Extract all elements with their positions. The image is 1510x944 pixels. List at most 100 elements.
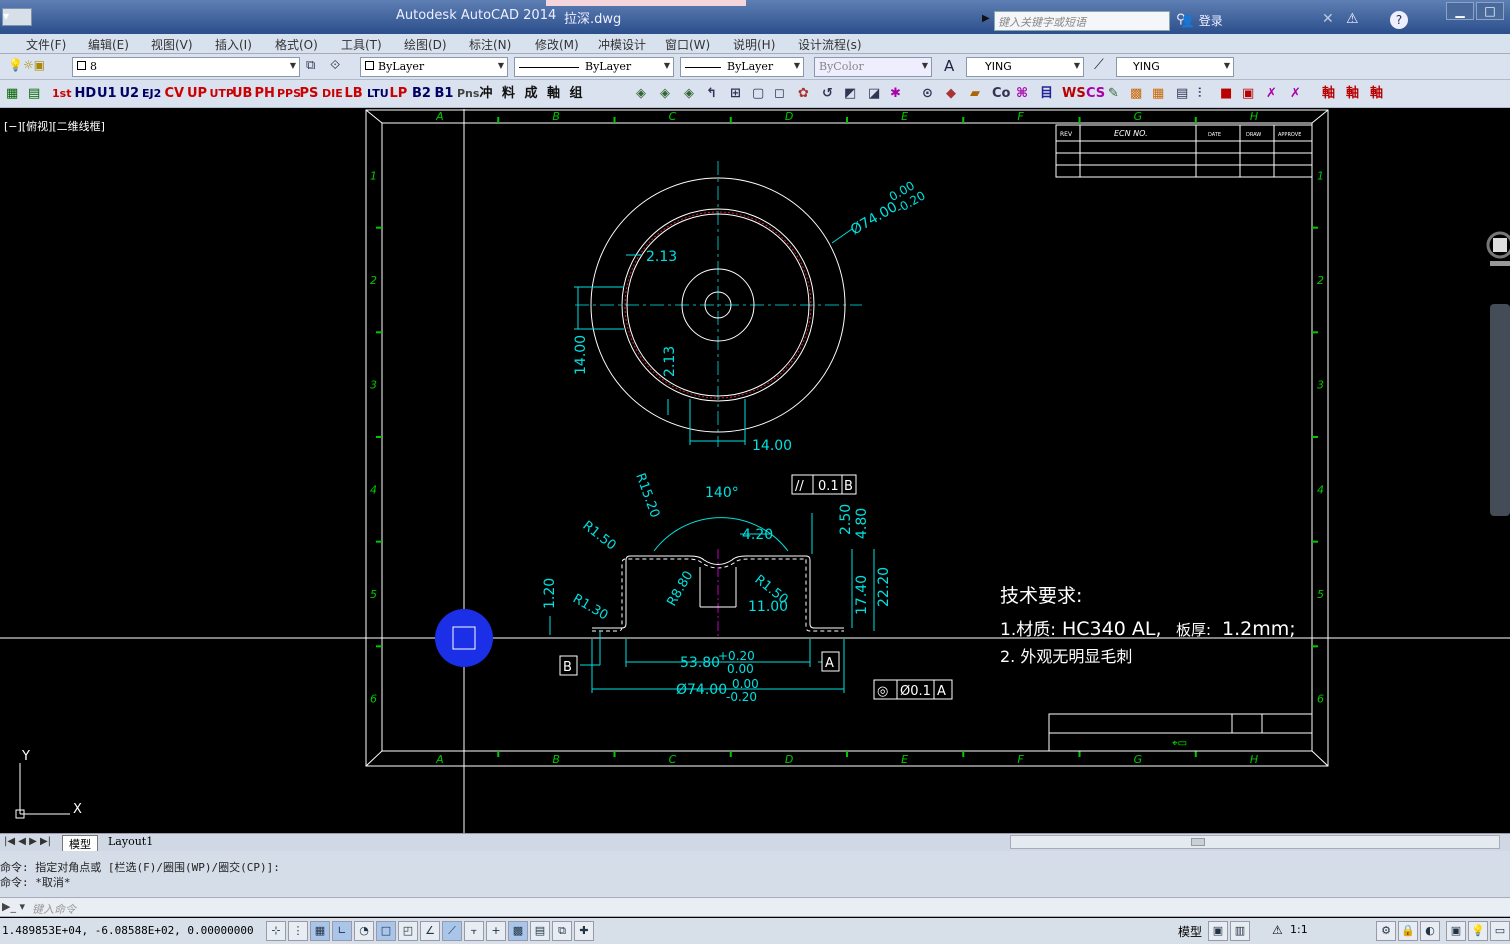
login-button[interactable]: 👤 登录 (1180, 12, 1223, 29)
snap-icon[interactable]: ⋮ (288, 921, 308, 941)
macro-button-20[interactable]: 冲 (480, 84, 493, 104)
model-space-button[interactable]: 模型 (1178, 923, 1202, 940)
macro-button-11[interactable]: PPS (277, 84, 301, 104)
drawing-canvas[interactable]: A A B B C C D D E E F F G G H H 1 1 2 2 3 3 4 4 5 5 6 6 REV ECN NO.… (0, 109, 1510, 833)
menu-die-design[interactable]: 冲模设计 (598, 36, 646, 53)
tool-icon-14[interactable]: ◆ (946, 84, 956, 104)
tool-icon-12[interactable]: ✱ (890, 84, 901, 104)
bulb-icon[interactable]: 💡 (1468, 921, 1488, 941)
macro-icon-1[interactable]: ▦ (6, 84, 18, 104)
tool-icon-11[interactable]: ◪ (868, 84, 880, 104)
macro-button-4[interactable]: U2 (120, 84, 140, 104)
ducs-icon[interactable]: ⟋ (442, 921, 462, 941)
menu-format[interactable]: 格式(O) (275, 36, 318, 53)
scrollbar-thumb[interactable] (1191, 838, 1205, 846)
clean-screen-icon[interactable]: ▭ (1490, 921, 1510, 941)
macro-button-16[interactable]: LP (390, 84, 408, 104)
grid-icon[interactable]: ▦ (310, 921, 330, 941)
tool-icon-17[interactable]: ⌘ (1016, 84, 1028, 104)
plotstyle-combo[interactable]: ByColor (814, 57, 932, 77)
macro-button-7[interactable]: UP (187, 84, 207, 104)
tool-icon-22[interactable]: ▩ (1130, 84, 1142, 104)
lwt-icon[interactable]: + (486, 921, 506, 941)
macro-button-13[interactable]: DIE (322, 84, 343, 104)
macro-button-8[interactable]: UTP (210, 84, 235, 104)
polar-icon[interactable]: ◔ (354, 921, 374, 941)
tool-icon-3[interactable]: ◈ (684, 84, 694, 104)
osnap-icon[interactable]: □ (376, 921, 396, 941)
command-line[interactable]: ▶_ ▾ 键入命令 (0, 897, 1510, 917)
tab-model[interactable]: 模型 (62, 835, 98, 852)
linetype-combo[interactable]: ByLayer (514, 57, 674, 77)
isolate-icon[interactable]: ▣ (1446, 921, 1466, 941)
tool-icon-1[interactable]: ◈ (636, 84, 646, 104)
infer-constraints-icon[interactable]: ⊹ (266, 921, 286, 941)
dimstyle-combo[interactable]: YING (1116, 57, 1234, 77)
macro-button-19[interactable]: Pns (457, 84, 479, 104)
tool-icon-18[interactable]: 目 (1040, 84, 1053, 104)
macro-button-10[interactable]: PH (255, 84, 275, 104)
tool-icon-7[interactable]: ◻ (774, 84, 785, 104)
macro-button-24[interactable]: 组 (570, 84, 583, 104)
hardware-icon[interactable]: ◐ (1420, 921, 1440, 941)
tool-icon-19[interactable]: WS (1062, 84, 1086, 104)
layer-combo[interactable]: 8 (72, 57, 300, 77)
ortho-icon[interactable]: ∟ (332, 921, 352, 941)
tool-icon-6[interactable]: ▢ (752, 84, 764, 104)
macro-icon-2[interactable]: ▤ (28, 84, 40, 104)
command-input[interactable]: 键入命令 (32, 901, 76, 917)
quick-access-dropdown[interactable]: ▾ (2, 8, 32, 26)
macro-button-9[interactable]: UB (232, 84, 252, 104)
unlock-icon[interactable]: ▣ (1242, 84, 1254, 104)
maximize-icon[interactable]: □ (1476, 2, 1504, 20)
macro-button-22[interactable]: 成 (525, 84, 538, 104)
qp-icon[interactable]: ▤ (530, 921, 550, 941)
lock-ui-icon[interactable]: 🔒 (1398, 921, 1418, 941)
tool-icon-10[interactable]: ◩ (844, 84, 856, 104)
menu-help[interactable]: 说明(H) (733, 36, 775, 53)
help-icon[interactable]: ? (1390, 11, 1408, 29)
make-current-icon[interactable]: ⟐ (330, 58, 340, 73)
menu-dimension[interactable]: 标注(N) (469, 36, 511, 53)
macro-button-14[interactable]: LB (345, 84, 363, 104)
am-icon[interactable]: ✚ (574, 921, 594, 941)
axle-icon-3[interactable]: 軸 (1370, 84, 1383, 104)
textstyle-combo[interactable]: YING (966, 57, 1084, 77)
tab-layout1[interactable]: Layout1 (102, 835, 159, 848)
tool-icon-24[interactable]: ▤ (1176, 84, 1188, 104)
lock-icon[interactable]: ■ (1220, 84, 1232, 104)
tool-icon-28[interactable]: ✗ (1266, 84, 1277, 104)
macro-button-23[interactable]: 軸 (547, 84, 560, 104)
macro-button-6[interactable]: CV (165, 84, 185, 104)
color-combo[interactable]: ByLayer (360, 57, 508, 77)
3dosnap-icon[interactable]: ◰ (398, 921, 418, 941)
tool-icon-4[interactable]: ↰ (706, 84, 717, 104)
horizontal-scrollbar[interactable] (1010, 835, 1500, 849)
macro-button-1[interactable]: 1st (52, 84, 71, 104)
layer-state-icon[interactable]: 💡☼▣ (8, 58, 45, 72)
menu-draw[interactable]: 绘图(D) (404, 36, 447, 53)
dyn-icon[interactable]: ⫟ (464, 921, 484, 941)
tool-icon-21[interactable]: ✎ (1108, 84, 1119, 104)
menu-tools[interactable]: 工具(T) (341, 36, 382, 53)
menu-modify[interactable]: 修改(M) (535, 36, 579, 53)
menu-file[interactable]: 文件(F) (26, 36, 66, 53)
tool-icon-20[interactable]: CS (1086, 84, 1105, 104)
macro-button-21[interactable]: 料 (502, 84, 515, 104)
tab-nav-arrows[interactable]: |◀ ◀ ▶ ▶| (4, 836, 51, 847)
tool-icon-9[interactable]: ↺ (822, 84, 833, 104)
text-style-icon[interactable]: A (944, 57, 954, 75)
dim-style-icon[interactable]: ⟋ (1094, 57, 1104, 73)
navwheel-icon[interactable] (1480, 231, 1510, 267)
tool-icon-23[interactable]: ▦ (1152, 84, 1164, 104)
menu-window[interactable]: 窗口(W) (665, 36, 710, 53)
exchange-icon[interactable]: ✕ (1322, 11, 1334, 27)
macro-button-2[interactable]: HD (75, 84, 97, 104)
tool-icon-2[interactable]: ◈ (660, 84, 670, 104)
drawing-viewport[interactable]: A A B B C C D D E E F F G G H H 1 1 2 2 3 3 4 4 5 5 6 6 REV ECN NO.… (0, 109, 1510, 833)
tool-icon-29[interactable]: ✗ (1290, 84, 1301, 104)
tool-icon-8[interactable]: ✿ (798, 84, 809, 104)
macro-button-12[interactable]: PS (300, 84, 319, 104)
macro-button-15[interactable]: LTU (367, 84, 389, 104)
sc-icon[interactable]: ⧉ (552, 921, 572, 941)
